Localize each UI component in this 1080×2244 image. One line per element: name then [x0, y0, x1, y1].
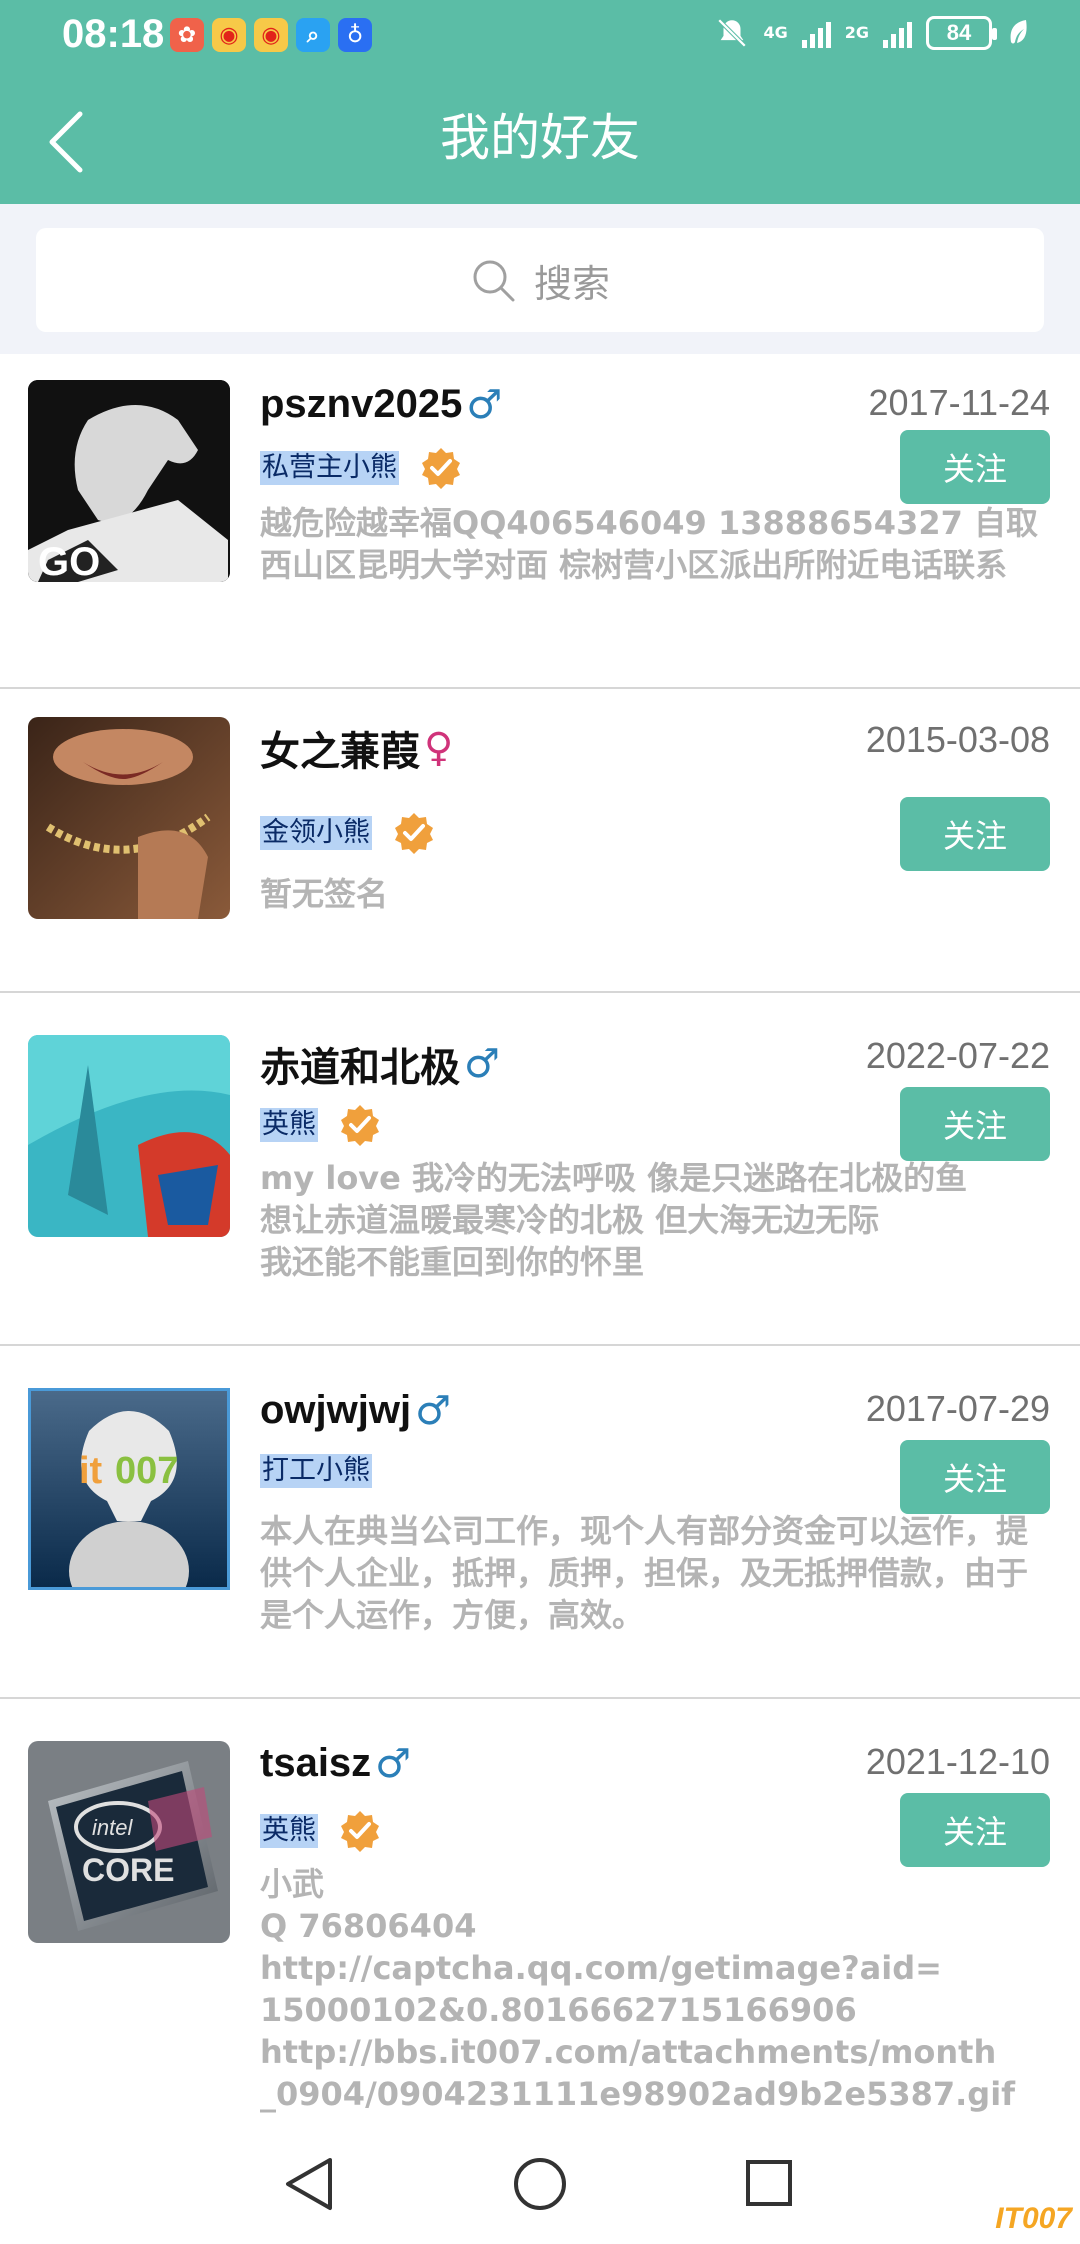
friend-name: tsaisz — [260, 1741, 372, 1785]
level-tag: 私营主小熊 — [260, 451, 399, 485]
network-label: 4G — [763, 23, 788, 42]
level-row: 打工小熊 — [260, 1454, 372, 1488]
follow-button[interactable]: 关注 — [900, 430, 1050, 504]
search-app-icon: ⌕ — [296, 18, 330, 52]
level-row: 金领小熊 — [260, 811, 436, 855]
name-row: psznv2025 ♂ — [260, 382, 502, 427]
svg-text:it: it — [79, 1450, 103, 1492]
triangle-back-icon — [286, 2158, 332, 2210]
app-icon: ✿ — [170, 18, 204, 52]
join-date: 2021-12-10 — [865, 1741, 1050, 1782]
avatar[interactable] — [28, 717, 230, 919]
weibo-icon: ◉ — [212, 18, 246, 52]
male-icon: ♂ — [375, 1740, 412, 1787]
svg-text:007: 007 — [115, 1450, 178, 1492]
follow-button[interactable]: 关注 — [900, 1087, 1050, 1161]
verified-badge-icon — [341, 1811, 379, 1852]
level-tag: 英熊 — [260, 1814, 318, 1848]
status-bar: 08:18 ✿ ◉ ◉ ⌕ ♁ 4G 2G 84 — [0, 0, 1080, 72]
level-tag: 金领小熊 — [260, 816, 372, 850]
signal-icon — [883, 18, 912, 48]
level-row: 私营主小熊 — [260, 446, 463, 490]
avatar-image: GO — [28, 380, 230, 582]
join-date: 2015-03-08 — [865, 719, 1050, 760]
friend-list-item[interactable]: 赤道和北极 ♂ 2022-07-22 关注 英熊 my love 我冷的无法呼吸… — [0, 993, 1080, 1346]
nav-home-button[interactable] — [512, 2156, 568, 2216]
avatar[interactable]: GO — [28, 380, 230, 582]
level-row: 英熊 — [260, 1103, 382, 1147]
mute-bell-icon — [718, 18, 747, 48]
watermark-logo: IT007 — [995, 2202, 1072, 2235]
signal-icon — [801, 18, 831, 48]
system-icons: 4G 2G 84 — [715, 16, 1030, 50]
male-icon: ♂ — [464, 1041, 500, 1087]
friend-list-item[interactable]: it 007 owjwjwj ♂ 2017-07-29 关注 打工小熊 本人在典… — [0, 1346, 1080, 1699]
search-input[interactable]: 搜索 — [36, 228, 1044, 332]
verified-badge-icon — [341, 1105, 379, 1146]
leaf-icon — [1010, 20, 1027, 44]
avatar-image — [28, 1035, 230, 1237]
nav-back-button[interactable] — [282, 2156, 336, 2216]
friend-list-item[interactable]: intel CORE tsaisz ♂ 2021-12-10 关注 英熊 小武 … — [0, 1699, 1080, 2119]
page-title: 我的好友 — [440, 109, 640, 167]
follow-button[interactable]: 关注 — [900, 1793, 1050, 1867]
join-date: 2022-07-22 — [865, 1035, 1050, 1076]
friend-name: owjwjwj — [260, 1388, 412, 1432]
female-icon: ♀ — [424, 725, 454, 771]
level-tag: 英熊 — [260, 1108, 318, 1142]
friend-name: psznv2025 — [260, 382, 463, 426]
notification-icons: ✿ ◉ ◉ ⌕ ♁ — [170, 18, 372, 52]
avatar[interactable] — [28, 1035, 230, 1237]
system-nav-bar — [0, 2120, 1080, 2244]
follow-button[interactable]: 关注 — [900, 797, 1050, 871]
weibo-icon: ◉ — [254, 18, 288, 52]
avatar-image: intel CORE — [28, 1741, 230, 1943]
avatar-image: it 007 — [31, 1391, 227, 1587]
friend-signature: 本人在典当公司工作，现个人有部分资金可以运作，提供个人企业，抵押，质押，担保，及… — [260, 1512, 1029, 1634]
follow-button[interactable]: 关注 — [900, 1440, 1050, 1514]
name-row: 女之蒹葭 ♀ — [260, 719, 453, 777]
app-header: 08:18 ✿ ◉ ◉ ⌕ ♁ 4G 2G 84 我的好友 — [0, 0, 1080, 204]
male-icon: ♂ — [415, 1387, 451, 1434]
search-placeholder: 搜索 — [533, 261, 610, 306]
svg-text:GO: GO — [38, 540, 100, 582]
nav-recents-button[interactable] — [744, 2158, 794, 2212]
friend-name: 女之蒹葭 — [260, 730, 420, 774]
bulb-app-icon: ♁ — [338, 18, 372, 52]
network-label: 2G — [844, 23, 869, 42]
battery-icon: 84 — [926, 16, 997, 50]
status-time: 08:18 — [62, 12, 165, 56]
circle-home-icon — [514, 2158, 566, 2210]
search-area: 搜索 — [0, 204, 1080, 354]
square-recents-icon — [746, 2160, 792, 2206]
avatar-image — [28, 717, 230, 919]
friend-list-item[interactable]: GO psznv2025 ♂ 2017-11-24 关注 私营主小熊 越危险越幸… — [0, 354, 1080, 689]
verified-badge-icon — [395, 813, 433, 854]
avatar[interactable]: intel CORE — [28, 1741, 230, 1943]
level-row: 英熊 — [260, 1809, 382, 1853]
join-date: 2017-07-29 — [865, 1388, 1050, 1429]
friend-signature: my love 我冷的无法呼吸 像是只迷路在北极的鱼 想让赤道温暖最寒冷的北极 … — [260, 1159, 968, 1281]
name-row: owjwjwj ♂ — [260, 1388, 451, 1433]
friend-list-item[interactable]: 女之蒹葭 ♀ 2015-03-08 关注 金领小熊 暂无签名 — [0, 689, 1080, 993]
friend-signature: 越危险越幸福QQ406546049 13888654327 自取 西山区昆明大学… — [260, 504, 1039, 584]
level-tag: 打工小熊 — [260, 1454, 372, 1488]
friend-signature: 小武 Q 76806404 http://captcha.qq.com/geti… — [260, 1865, 1016, 2113]
svg-text:intel: intel — [92, 1815, 133, 1840]
join-date: 2017-11-24 — [868, 382, 1050, 423]
friend-signature: 暂无签名 — [260, 875, 389, 913]
avatar[interactable]: it 007 — [28, 1388, 230, 1590]
name-row: 赤道和北极 ♂ — [260, 1035, 500, 1093]
male-icon: ♂ — [466, 381, 503, 428]
verified-badge-icon — [422, 448, 460, 489]
friend-name: 赤道和北极 — [260, 1046, 460, 1090]
search-icon — [473, 260, 515, 302]
svg-text:CORE: CORE — [82, 1852, 174, 1888]
name-row: tsaisz ♂ — [260, 1741, 411, 1786]
